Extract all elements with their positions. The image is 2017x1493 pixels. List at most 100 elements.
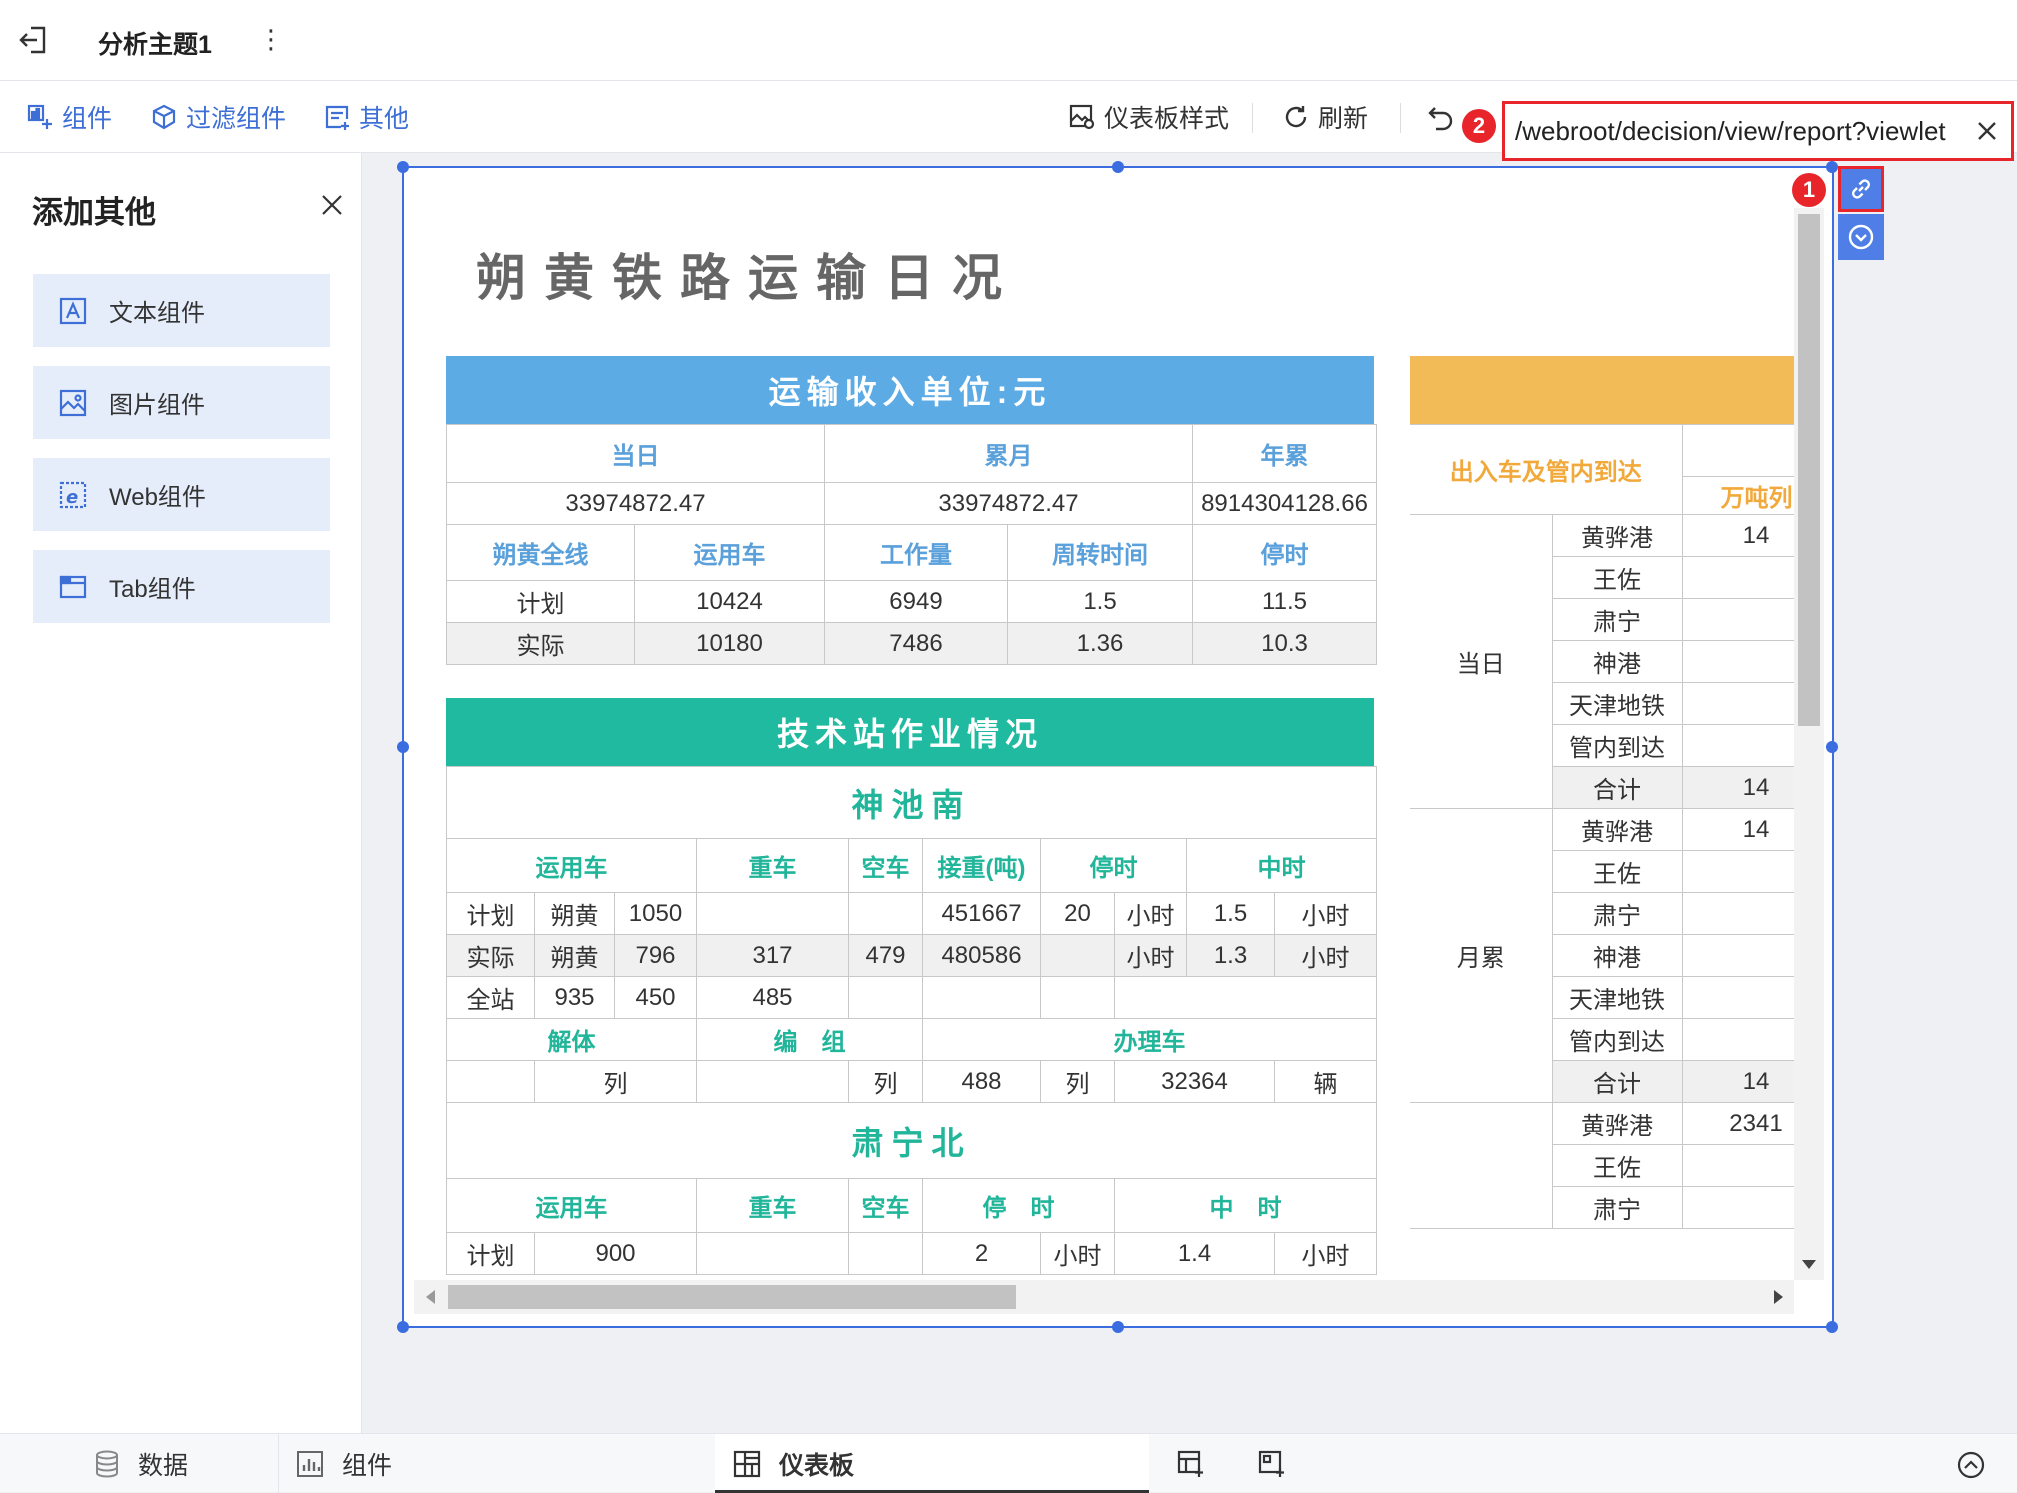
data-tab[interactable]: 数据 <box>94 1434 188 1493</box>
cell: 实际 <box>446 934 535 977</box>
cell: 11.5 <box>1192 580 1377 623</box>
resize-handle[interactable] <box>1112 1321 1124 1333</box>
url-value[interactable]: /webroot/decision/view/report?viewlet <box>1515 116 1946 147</box>
table-row: 全站 935 450 485 <box>446 976 1378 1019</box>
panel-close-icon[interactable] <box>320 193 344 222</box>
text-component-button[interactable]: 文本组件 <box>33 274 330 347</box>
components-tab[interactable]: 组件 <box>296 1434 392 1493</box>
cell: 33974872.47 <box>824 482 1193 525</box>
group-label: 当日 <box>1410 514 1553 809</box>
report-view: 朔黄铁路运输日况 运输收入单位:元 当日 累月 年累 33974872.47 3… <box>404 168 1794 1280</box>
horizontal-scroll-thumb[interactable] <box>448 1285 1016 1309</box>
scroll-left-icon[interactable] <box>426 1290 436 1304</box>
refresh-button[interactable]: 刷新 <box>1282 101 1368 133</box>
cell: 796 <box>614 934 697 977</box>
cell: 王佐 <box>1551 1144 1683 1187</box>
bottom-divider <box>278 1434 279 1493</box>
cell <box>696 892 849 935</box>
cell: 年累 <box>1192 424 1377 483</box>
cell: 周转时间 <box>1007 524 1193 581</box>
add-component-icon[interactable] <box>1258 1450 1286 1483</box>
link-icon <box>1852 179 1870 199</box>
station-row: 神池南 <box>445 766 1378 839</box>
cell: 479 <box>848 934 923 977</box>
cell: 列 <box>534 1060 697 1103</box>
vertical-scroll-thumb[interactable] <box>1798 214 1820 726</box>
dashboard-tab[interactable]: 仪表板 <box>715 1434 1149 1493</box>
cell: 14 <box>1681 514 1794 557</box>
filter-components-button[interactable]: 过滤组件 <box>150 101 286 133</box>
cell: 8914304128.66 <box>1192 482 1377 525</box>
cell: 管内到达 <box>1551 724 1683 767</box>
cell <box>1681 598 1794 641</box>
cell <box>1040 976 1115 1019</box>
cell: 当日 <box>446 424 825 483</box>
cell: 488 <box>922 1060 1041 1103</box>
components-button[interactable]: 组件 <box>26 101 112 133</box>
resize-handle[interactable] <box>1826 1321 1838 1333</box>
web-component-button[interactable]: e Web组件 <box>33 458 330 531</box>
exit-icon[interactable] <box>18 24 50 61</box>
dashboard-style-button[interactable]: 仪表板样式 <box>1068 101 1229 133</box>
horizontal-scrollbar[interactable] <box>414 1280 1794 1314</box>
cell: 运用车 <box>634 524 825 581</box>
filter-cube-icon <box>152 104 176 130</box>
station-name-2: 肃宁北 <box>445 1102 1378 1179</box>
link-button[interactable] <box>1838 166 1884 212</box>
resize-handle[interactable] <box>1826 161 1838 173</box>
resize-handle[interactable] <box>397 161 409 173</box>
cell: 451667 <box>922 892 1041 935</box>
more-menu-icon[interactable]: ⋮ <box>258 24 284 55</box>
report-title: 朔黄铁路运输日况 <box>476 250 1020 306</box>
collapse-up-icon[interactable] <box>1956 1450 1986 1485</box>
tab-component-button[interactable]: Tab组件 <box>33 550 330 623</box>
cell: 450 <box>614 976 697 1019</box>
resize-handle[interactable] <box>1112 161 1124 173</box>
add-other-panel: 添加其他 文本组件 图片组件 e Web组件 Tab组件 <box>0 153 362 1433</box>
cell <box>1681 1144 1794 1187</box>
bar-chart-icon <box>297 1450 323 1477</box>
cell: 小时 <box>1273 934 1378 977</box>
table-row: 当日 黄骅港 14 <box>1410 514 1794 809</box>
image-component-icon <box>59 389 87 416</box>
vertical-scrollbar[interactable] <box>1794 208 1824 1280</box>
other-button[interactable]: 其他 <box>323 101 409 133</box>
close-icon[interactable] <box>1975 119 1999 143</box>
resize-handle[interactable] <box>397 1321 409 1333</box>
group-label: 月累 <box>1410 808 1553 1103</box>
tech-header-row-3: 运用车 重车 空车 停 时 中 时 <box>446 1178 1378 1233</box>
cell: 肃宁 <box>1551 892 1683 935</box>
cell: 重车 <box>696 838 849 893</box>
right-banner <box>1410 356 1794 424</box>
scroll-down-icon[interactable] <box>1802 1260 1816 1270</box>
cell: 10.3 <box>1192 622 1377 665</box>
resize-handle[interactable] <box>1826 741 1838 753</box>
tech-table: 神池南 运用车 重车 空车 接重(吨) 停时 中时 计划 朔黄 1050 451667… <box>445 766 1378 1275</box>
resize-handle[interactable] <box>397 741 409 753</box>
page-title: 分析主题1 <box>98 31 212 59</box>
cell <box>848 1232 923 1275</box>
image-component-button[interactable]: 图片组件 <box>33 366 330 439</box>
svg-text:e: e <box>66 487 78 508</box>
url-input[interactable]: /webroot/decision/view/report?viewlet <box>1502 101 2014 161</box>
dropdown-button[interactable] <box>1838 214 1884 260</box>
cell <box>446 1060 535 1103</box>
cell: 天津地铁 <box>1551 976 1683 1019</box>
cell: 10180 <box>634 622 825 665</box>
cell: 空车 <box>848 1178 923 1233</box>
components-icon <box>27 104 52 129</box>
table-row: 计划 10424 6949 1.5 11.5 <box>446 580 1377 623</box>
cell: 1.3 <box>1186 934 1275 977</box>
cell: 计划 <box>446 1232 535 1275</box>
scroll-right-icon[interactable] <box>1774 1290 1784 1304</box>
cell: 工作量 <box>824 524 1008 581</box>
cell: 接重(吨) <box>922 838 1041 893</box>
undo-icon[interactable] <box>1426 103 1456 138</box>
cell <box>922 976 1041 1019</box>
cell: 朔黄全线 <box>446 524 635 581</box>
dashboard-style-icon <box>1069 104 1095 130</box>
table-row: 计划 900 2 小时 1.4 小时 <box>446 1232 1378 1275</box>
web-component-canvas[interactable]: 朔黄铁路运输日况 运输收入单位:元 当日 累月 年累 33974872.47 3… <box>397 161 1838 1333</box>
add-dashboard-icon[interactable] <box>1177 1450 1205 1483</box>
cell: 900 <box>534 1232 697 1275</box>
